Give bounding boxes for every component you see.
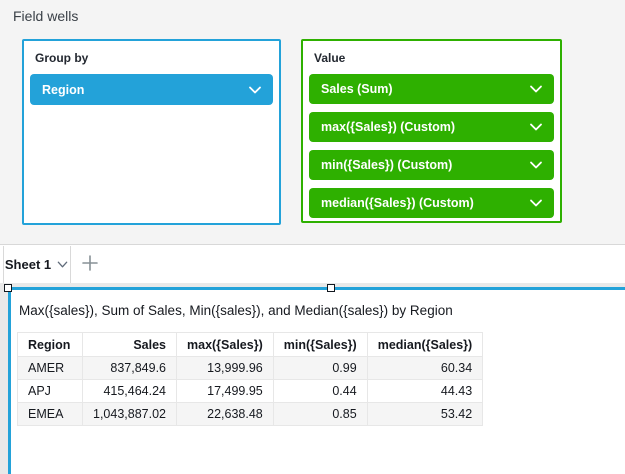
chevron-down-icon[interactable] [56, 258, 69, 271]
field-pill-label: median({Sales}) (Custom) [321, 196, 528, 210]
add-sheet-button[interactable] [71, 246, 109, 283]
cell-sales: 415,464.24 [83, 380, 177, 403]
cell-median-sales: 53.42 [367, 403, 482, 426]
data-table: Region Sales max({Sales}) min({Sales}) m… [17, 332, 483, 426]
table-row: APJ 415,464.24 17,499.95 0.44 44.43 [18, 380, 483, 403]
group-by-well[interactable]: Group by Region [22, 39, 281, 225]
sheet-canvas: Max({sales}), Sum of Sales, Min({sales})… [0, 283, 625, 474]
plus-icon [81, 254, 99, 275]
chevron-down-icon[interactable] [528, 157, 544, 173]
column-header-max-sales[interactable]: max({Sales}) [177, 333, 274, 357]
tab-sheet-1[interactable]: Sheet 1 [3, 246, 71, 283]
table-visual[interactable]: Max({sales}), Sum of Sales, Min({sales})… [8, 287, 625, 474]
field-pill-max-sales[interactable]: max({Sales}) (Custom) [309, 112, 554, 142]
cell-median-sales: 44.43 [367, 380, 482, 403]
column-header-region[interactable]: Region [18, 333, 83, 357]
field-pill-min-sales[interactable]: min({Sales}) (Custom) [309, 150, 554, 180]
field-pill-label: max({Sales}) (Custom) [321, 120, 528, 134]
field-pill-sales-sum[interactable]: Sales (Sum) [309, 74, 554, 104]
chevron-down-icon[interactable] [528, 81, 544, 97]
cell-min-sales: 0.99 [273, 357, 367, 380]
field-wells-panel: Field wells Group by Region Value Sales … [0, 0, 625, 245]
column-header-sales[interactable]: Sales [83, 333, 177, 357]
visual-title: Max({sales}), Sum of Sales, Min({sales})… [19, 303, 625, 318]
sheet-tab-bar: Sheet 1 [0, 246, 625, 283]
table-row: AMER 837,849.6 13,999.96 0.99 60.34 [18, 357, 483, 380]
sheet-tab-label: Sheet 1 [5, 257, 51, 272]
cell-sales: 837,849.6 [83, 357, 177, 380]
field-wells-title: Field wells [13, 8, 78, 24]
cell-region: EMEA [18, 403, 83, 426]
field-pill-median-sales[interactable]: median({Sales}) (Custom) [309, 188, 554, 218]
field-pill-label: Sales (Sum) [321, 82, 528, 96]
cell-max-sales: 22,638.48 [177, 403, 274, 426]
cell-sales: 1,043,887.02 [83, 403, 177, 426]
page-root: { "colors": { "dimension_blue": "#23a2d9… [0, 0, 625, 474]
cell-max-sales: 17,499.95 [177, 380, 274, 403]
table-row: EMEA 1,043,887.02 22,638.48 0.85 53.42 [18, 403, 483, 426]
field-pill-region[interactable]: Region [30, 74, 273, 105]
column-header-min-sales[interactable]: min({Sales}) [273, 333, 367, 357]
cell-region: AMER [18, 357, 83, 380]
cell-min-sales: 0.85 [273, 403, 367, 426]
chevron-down-icon[interactable] [528, 195, 544, 211]
chevron-down-icon[interactable] [528, 119, 544, 135]
field-pill-label: min({Sales}) (Custom) [321, 158, 528, 172]
cell-max-sales: 13,999.96 [177, 357, 274, 380]
cell-region: APJ [18, 380, 83, 403]
table-header-row: Region Sales max({Sales}) min({Sales}) m… [18, 333, 483, 357]
chevron-down-icon[interactable] [247, 82, 263, 98]
field-pill-label: Region [42, 83, 247, 97]
group-by-label: Group by [35, 51, 274, 65]
cell-min-sales: 0.44 [273, 380, 367, 403]
cell-median-sales: 60.34 [367, 357, 482, 380]
column-header-median-sales[interactable]: median({Sales}) [367, 333, 482, 357]
selection-handle-top-left[interactable] [4, 284, 12, 292]
value-label: Value [314, 51, 555, 65]
value-well[interactable]: Value Sales (Sum) max({Sales}) (Custom) … [301, 39, 562, 223]
selection-handle-top-center[interactable] [327, 284, 335, 292]
